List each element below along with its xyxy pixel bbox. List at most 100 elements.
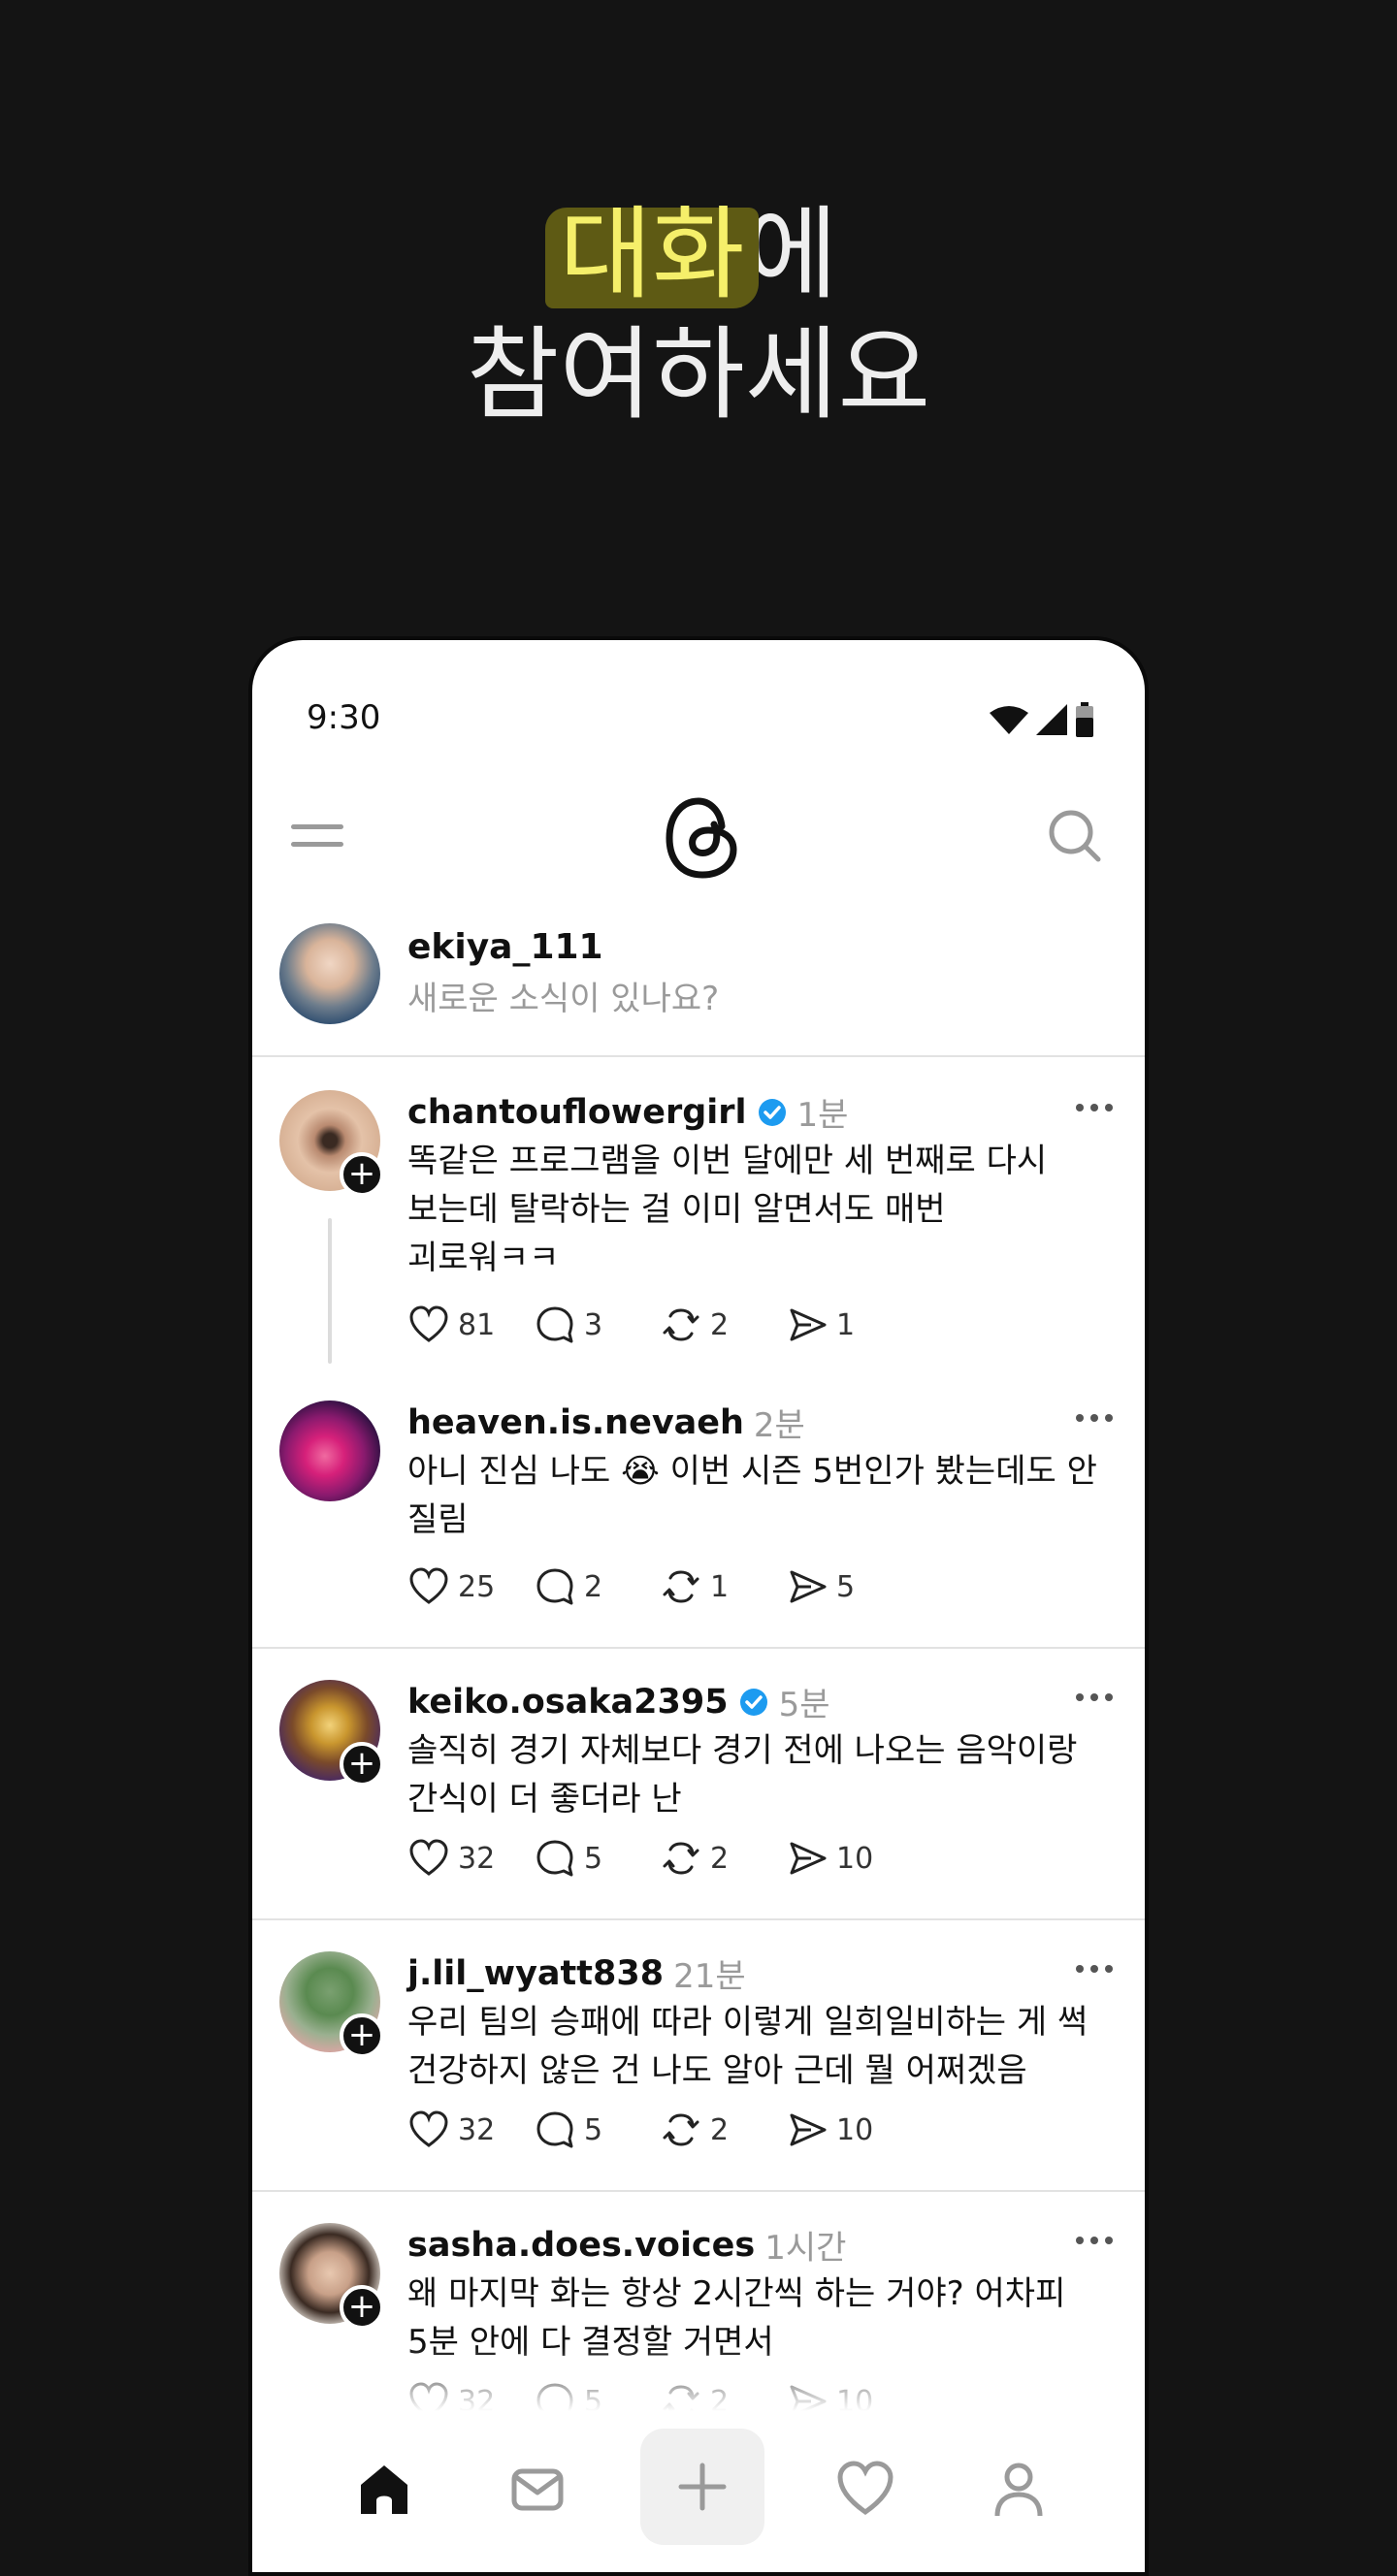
repost-icon (663, 2113, 699, 2146)
post-time: 5분 (778, 1686, 830, 1724)
nav-home[interactable] (345, 2450, 423, 2528)
bottom-nav (252, 2415, 1145, 2572)
share-count: 10 (836, 2112, 874, 2147)
app-header (252, 776, 1145, 902)
like-button[interactable]: 81 (407, 1304, 534, 1346)
follow-button[interactable]: + (340, 1742, 384, 1787)
share-count: 1 (836, 1307, 856, 1342)
follow-button[interactable]: + (340, 2013, 384, 2058)
repost-count: 2 (710, 1307, 730, 1342)
post-text: 우리 팀의 승패에 따라 이렇게 일희일비하는 게 썩 건강하지 않은 건 나도… (407, 2003, 1088, 2090)
composer[interactable]: ekiya_111 새로운 소식이 있나요? (252, 902, 1145, 1057)
nav-profile[interactable] (980, 2450, 1057, 2528)
heart-icon (409, 1839, 448, 1876)
phone-frame: 9:30 ekiya_111 새로운 소식이 있나요? + chantouflo… (248, 636, 1149, 2576)
like-button[interactable]: 25 (407, 1565, 534, 1608)
share-button[interactable]: 1 (786, 1304, 912, 1346)
composer-placeholder[interactable]: 새로운 소식이 있나요? (407, 972, 719, 1019)
send-icon (790, 1570, 827, 1603)
post-username[interactable]: sasha.does.voices (407, 2226, 755, 2265)
headline-line-1: 대화에 (0, 194, 1397, 314)
like-button[interactable]: 32 (407, 1837, 534, 1880)
post[interactable]: + j.lil_wyatt838 21분 우리 팀의 승패에 따라 이렇게 일희… (252, 1920, 1145, 2192)
post-time: 1분 (796, 1096, 849, 1135)
comment-icon (536, 1568, 573, 1605)
send-icon (790, 2113, 827, 2146)
like-count: 32 (458, 1841, 496, 1876)
follow-button[interactable]: + (340, 1152, 384, 1197)
like-button[interactable]: 32 (407, 2109, 534, 2151)
heart-icon (837, 2461, 893, 2516)
menu-icon[interactable] (291, 813, 345, 861)
plus-icon (678, 2463, 727, 2511)
headline: 대화에 참여하세요 (0, 194, 1397, 435)
status-icons (990, 702, 1094, 737)
post-actions: 25 2 1 5 (407, 1565, 912, 1608)
reply-button[interactable]: 2 (534, 1565, 660, 1608)
threads-logo-icon[interactable] (664, 797, 741, 879)
post-username[interactable]: keiko.osaka2395 (407, 1683, 729, 1722)
nav-new-post[interactable] (640, 2429, 764, 2545)
composer-username: ekiya_111 (407, 927, 603, 967)
repost-count: 2 (710, 2112, 730, 2147)
reply-count: 3 (584, 1307, 603, 1342)
thread-line (328, 1218, 332, 1364)
more-options-icon[interactable] (1075, 1959, 1114, 1979)
repost-button[interactable]: 2 (660, 1837, 786, 1880)
verified-badge-icon (758, 1098, 786, 1126)
post-actions: 32 5 2 10 (407, 2109, 912, 2151)
post[interactable]: heaven.is.nevaeh 2분 아니 진심 나도 😭 이번 시즌 5번인… (252, 1369, 1145, 1649)
post[interactable]: + chantouflowergirl 1분 똑같은 프로그램을 이번 달에만 … (252, 1059, 1145, 1379)
share-button[interactable]: 5 (786, 1565, 912, 1608)
post-time: 21분 (673, 1957, 746, 1996)
share-count: 10 (836, 1841, 874, 1876)
reply-button[interactable]: 5 (534, 2109, 660, 2151)
nav-inbox[interactable] (499, 2450, 576, 2528)
comment-icon (536, 2111, 573, 2148)
post-avatar[interactable] (279, 1401, 380, 1501)
post-header: sasha.does.voices 1시간 (407, 2221, 846, 2269)
post-header: chantouflowergirl 1분 (407, 1088, 848, 1136)
send-icon (790, 1308, 827, 1341)
post-header: heaven.is.nevaeh 2분 (407, 1399, 805, 1446)
reply-count: 5 (584, 1841, 603, 1876)
more-options-icon[interactable] (1075, 2231, 1114, 2250)
repost-icon (663, 1308, 699, 1341)
heart-icon (409, 1305, 448, 1342)
profile-icon (994, 2463, 1043, 2517)
composer-avatar (279, 923, 380, 1024)
reply-button[interactable]: 3 (534, 1304, 660, 1346)
wifi-icon (990, 706, 1028, 734)
reply-button[interactable]: 5 (534, 1837, 660, 1880)
share-button[interactable]: 10 (786, 1837, 912, 1880)
repost-count: 1 (710, 1569, 730, 1604)
send-icon (790, 1842, 827, 1875)
repost-button[interactable]: 2 (660, 2109, 786, 2151)
post[interactable]: + keiko.osaka2395 5분 솔직히 경기 자체보다 경기 전에 나… (252, 1649, 1145, 1920)
home-icon (361, 2465, 407, 2514)
share-count: 5 (836, 1569, 856, 1604)
post-actions: 32 5 2 10 (407, 1837, 912, 1880)
share-button[interactable]: 10 (786, 2109, 912, 2151)
more-options-icon[interactable] (1075, 1408, 1114, 1428)
post-text: 똑같은 프로그램을 이번 달에만 세 번째로 다시 보는데 탈락하는 걸 이미 … (407, 1142, 1048, 1277)
post-username[interactable]: heaven.is.nevaeh (407, 1403, 744, 1442)
headline-line-1-rest: 에 (744, 195, 838, 313)
comment-icon (536, 1840, 573, 1877)
post-username[interactable]: chantouflowergirl (407, 1093, 747, 1132)
post-text: 솔직히 경기 자체보다 경기 전에 나오는 음악이랑 간식이 더 좋더라 난 (407, 1731, 1078, 1819)
post-actions: 81 3 2 1 (407, 1304, 912, 1346)
repost-button[interactable]: 2 (660, 1304, 786, 1346)
inbox-icon (511, 2468, 564, 2511)
repost-button[interactable]: 1 (660, 1565, 786, 1608)
post-header: keiko.osaka2395 5분 (407, 1678, 829, 1725)
verified-badge-icon (739, 1688, 767, 1716)
more-options-icon[interactable] (1075, 1098, 1114, 1117)
repost-count: 2 (710, 1841, 730, 1876)
search-icon[interactable] (1044, 805, 1106, 867)
nav-activity[interactable] (827, 2450, 904, 2528)
status-bar: 9:30 (252, 640, 1145, 776)
follow-button[interactable]: + (340, 2285, 384, 2330)
more-options-icon[interactable] (1075, 1688, 1114, 1707)
post-username[interactable]: j.lil_wyatt838 (407, 1954, 664, 1993)
